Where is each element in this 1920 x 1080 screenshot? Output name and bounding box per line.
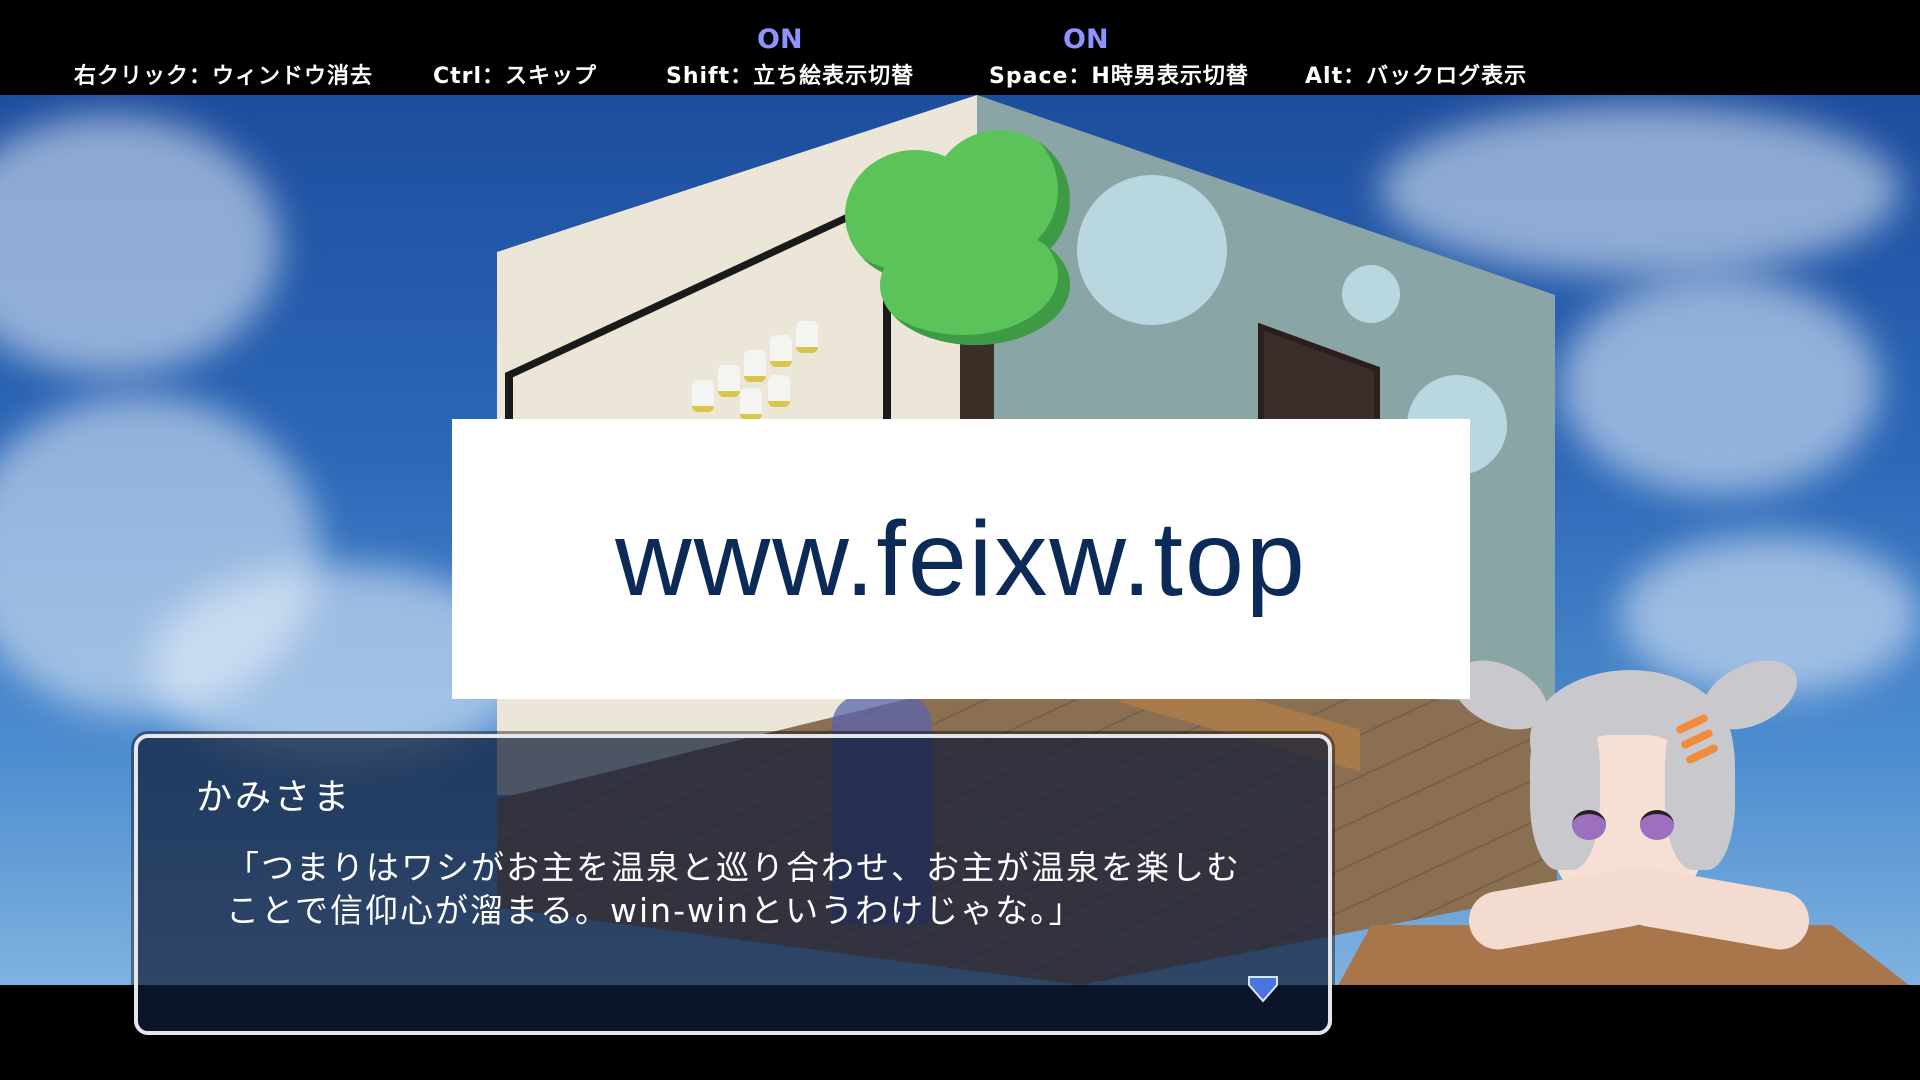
jar [718, 365, 740, 397]
jar [740, 388, 762, 420]
left-eye [1572, 810, 1606, 840]
jar [770, 335, 792, 367]
key-hint-bar: ON ON 右クリック：ウィンドウ消去 Ctrl：スキップ Shift：立ち絵表… [0, 0, 1920, 95]
space-toggle-state: ON [1063, 24, 1109, 55]
dialogue-text: 「つまりはワシがお主を温泉と巡り合わせ、お主が温泉を楽しむことで信仰心が溜まる。… [226, 848, 1241, 930]
shift-toggle-state: ON [757, 24, 803, 55]
jar [692, 380, 714, 412]
watermark-banner: www.feixw.top [452, 419, 1470, 699]
wall-pattern [1342, 265, 1400, 323]
message-window[interactable]: かみさま 「つまりはワシがお主を温泉と巡り合わせ、お主が温泉を楽しむことで信仰心… [134, 734, 1332, 1035]
cloud [1560, 275, 1880, 495]
hint-shift-portrait[interactable]: Shift：立ち絵表示切替 [666, 58, 914, 90]
watermark-text: www.feixw.top [615, 499, 1307, 618]
hint-right-click[interactable]: 右クリック：ウィンドウ消去 [74, 58, 373, 90]
cloud [1380, 105, 1900, 275]
tree-crown [880, 225, 1070, 345]
hair-side-left [1530, 700, 1600, 870]
jar [744, 350, 766, 382]
jar [768, 375, 790, 407]
cloud [0, 115, 280, 375]
hint-space-toggle[interactable]: Space：H時男表示切替 [989, 58, 1249, 90]
jar [796, 321, 818, 353]
heart-advance-icon[interactable] [1246, 971, 1280, 1005]
hair-side-right [1665, 700, 1735, 870]
right-eye [1640, 810, 1674, 840]
wall-pattern [1077, 175, 1227, 325]
hint-alt-backlog[interactable]: Alt：バックログ表示 [1305, 58, 1527, 90]
speaker-name: かみさま [196, 777, 353, 818]
hint-ctrl-skip[interactable]: Ctrl：スキップ [433, 58, 597, 90]
